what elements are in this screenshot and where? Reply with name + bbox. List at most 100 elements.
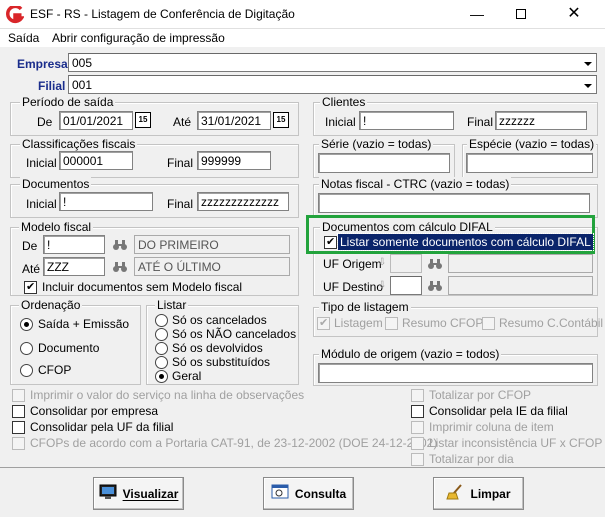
- ordenacao-radio-saida[interactable]: [20, 318, 33, 331]
- classificacoes-final-input[interactable]: 999999: [197, 151, 271, 170]
- documentos-inicial-label: Inicial: [26, 197, 57, 211]
- menu-abrir-configuracao[interactable]: Abrir configuração de impressão: [52, 31, 225, 45]
- tipo-listagem-checkbox[interactable]: [317, 317, 330, 330]
- tipo-title: Tipo de listagem: [319, 300, 411, 314]
- uf-origem-label: UF Origem: [323, 257, 382, 271]
- listar-radio-nao-cancelados[interactable]: [155, 328, 168, 341]
- chevron-down-icon[interactable]: [581, 55, 595, 71]
- uf-destino-input[interactable]: [390, 276, 422, 295]
- periodo-ate-input[interactable]: 31/01/2021: [197, 111, 271, 130]
- uf-destino-label: UF Destino: [323, 280, 384, 294]
- listar-inconsistencia-checkbox[interactable]: [411, 437, 424, 450]
- documentos-inicial-input[interactable]: !: [59, 192, 153, 211]
- consulta-label: Consulta: [294, 486, 347, 501]
- right-check-label: Imprimir coluna de item: [429, 420, 554, 434]
- imprimir-valor-servico-checkbox[interactable]: [12, 389, 25, 402]
- uf-origem-input[interactable]: [390, 254, 422, 273]
- listar-option-label: Geral: [172, 369, 202, 383]
- ordenacao-radio-cfop[interactable]: [20, 364, 33, 377]
- consolidar-uf-filial-checkbox[interactable]: [12, 421, 25, 434]
- clientes-inicial-input[interactable]: !: [359, 111, 454, 130]
- listar-option-label: Só os NÃO cancelados: [172, 327, 297, 341]
- totalizar-dia-checkbox[interactable]: [411, 453, 424, 466]
- listar-radio-geral[interactable]: [155, 370, 168, 383]
- ordenacao-radio-documento[interactable]: [20, 342, 33, 355]
- visualizar-button[interactable]: Visualizar: [93, 477, 184, 510]
- listar-radio-substituidos[interactable]: [155, 356, 168, 369]
- menu-saida[interactable]: Saída: [8, 31, 39, 45]
- incluir-sem-modelo-label: Incluir documentos sem Modelo fiscal: [42, 280, 243, 294]
- close-button[interactable]: ✕: [556, 3, 592, 25]
- classificacoes-inicial-label: Inicial: [26, 156, 57, 170]
- limpar-button[interactable]: Limpar: [433, 477, 524, 510]
- empresa-label: Empresa: [17, 57, 68, 71]
- tipo-resumo-cfop-checkbox[interactable]: [385, 317, 398, 330]
- minimize-button[interactable]: —: [462, 3, 492, 25]
- window-title: ESF - RS - Listagem de Conferência de Di…: [30, 7, 295, 21]
- serie-input[interactable]: [318, 153, 450, 173]
- notas-title: Notas fiscal - CTRC (vazio = todas): [319, 177, 512, 191]
- modelo-de-input[interactable]: !: [43, 235, 105, 254]
- arrow-down-icon: ⇩: [378, 280, 387, 291]
- incluir-sem-modelo-checkbox[interactable]: [24, 281, 37, 294]
- cfops-portaria-checkbox[interactable]: [12, 437, 25, 450]
- listar-option-label: Só os substituídos: [172, 355, 271, 369]
- ordenacao-option-label: Documento: [38, 341, 100, 355]
- consolidar-empresa-checkbox[interactable]: [12, 405, 25, 418]
- classificacoes-inicial-input[interactable]: 000001: [59, 151, 133, 170]
- window-search-icon: [271, 484, 289, 503]
- modelo-ate-label: Até: [22, 262, 41, 276]
- limpar-label: Limpar: [470, 486, 511, 501]
- consulta-button[interactable]: Consulta: [263, 477, 354, 510]
- notas-input[interactable]: [318, 193, 590, 213]
- modelo-ate-input[interactable]: ZZZ: [43, 257, 105, 276]
- monitor-icon: [99, 484, 117, 503]
- tipo-resumo-contabil-checkbox[interactable]: [482, 317, 495, 330]
- broom-icon: [446, 484, 464, 503]
- tipo-option-label: Resumo C.Contábil: [499, 316, 604, 330]
- binoculars-icon[interactable]: [424, 276, 446, 295]
- calendar-icon[interactable]: 15: [273, 112, 289, 128]
- periodo-title: Período de saída: [20, 95, 116, 109]
- especie-input[interactable]: [466, 153, 593, 173]
- listar-radio-devolvidos[interactable]: [155, 342, 168, 355]
- clientes-final-input[interactable]: zzzzzz: [495, 111, 587, 130]
- left-check-label: Consolidar pela UF da filial: [30, 420, 174, 434]
- modulo-input[interactable]: [318, 363, 593, 383]
- filial-label: Filial: [38, 79, 66, 93]
- serie-title: Série (vazio = todas): [319, 137, 434, 151]
- listar-difal-checkbox[interactable]: [324, 236, 337, 249]
- empresa-value: 005: [72, 56, 93, 70]
- chevron-down-icon[interactable]: [581, 77, 595, 93]
- modulo-title: Módulo de origem (vazio = todos): [319, 347, 502, 361]
- calendar-icon[interactable]: 15: [135, 112, 151, 128]
- left-check-label: Consolidar por empresa: [30, 404, 159, 418]
- binoculars-icon[interactable]: [109, 235, 131, 254]
- periodo-de-label: De: [37, 115, 53, 129]
- totalizar-cfop-checkbox[interactable]: [411, 389, 424, 402]
- tipo-option-label: Resumo CFOP: [402, 316, 484, 330]
- filial-select[interactable]: 001: [68, 75, 597, 94]
- app-logo-icon: [6, 6, 24, 24]
- periodo-ate-label: Até: [173, 115, 192, 129]
- right-check-label: Consolidar pela IE da filial: [429, 404, 568, 418]
- consolidar-ie-filial-checkbox[interactable]: [411, 405, 424, 418]
- visualizar-label: Visualizar: [122, 486, 179, 501]
- listar-radio-cancelados[interactable]: [155, 314, 168, 327]
- arrow-down-icon: ⇩: [378, 257, 387, 268]
- right-check-label: Totalizar por CFOP: [429, 388, 532, 402]
- binoculars-icon[interactable]: [424, 254, 446, 273]
- filial-value: 001: [72, 78, 93, 92]
- difal-title: Documentos com cálculo DIFAL: [320, 220, 495, 234]
- classificacoes-title: Classificações fiscais: [20, 137, 138, 151]
- documentos-final-input[interactable]: zzzzzzzzzzzzz: [197, 192, 289, 211]
- left-check-label: CFOPs de acordo com a Portaria CAT-91, d…: [30, 436, 438, 450]
- modelo-title: Modelo fiscal: [19, 220, 94, 234]
- right-check-label: Totalizar por dia: [429, 452, 514, 466]
- imprimir-coluna-item-checkbox[interactable]: [411, 421, 424, 434]
- tipo-option-label: Listagem: [334, 316, 383, 330]
- binoculars-icon[interactable]: [109, 257, 131, 276]
- empresa-select[interactable]: 005: [68, 53, 597, 72]
- periodo-de-input[interactable]: 01/01/2021: [59, 111, 133, 130]
- maximize-button[interactable]: [506, 3, 536, 25]
